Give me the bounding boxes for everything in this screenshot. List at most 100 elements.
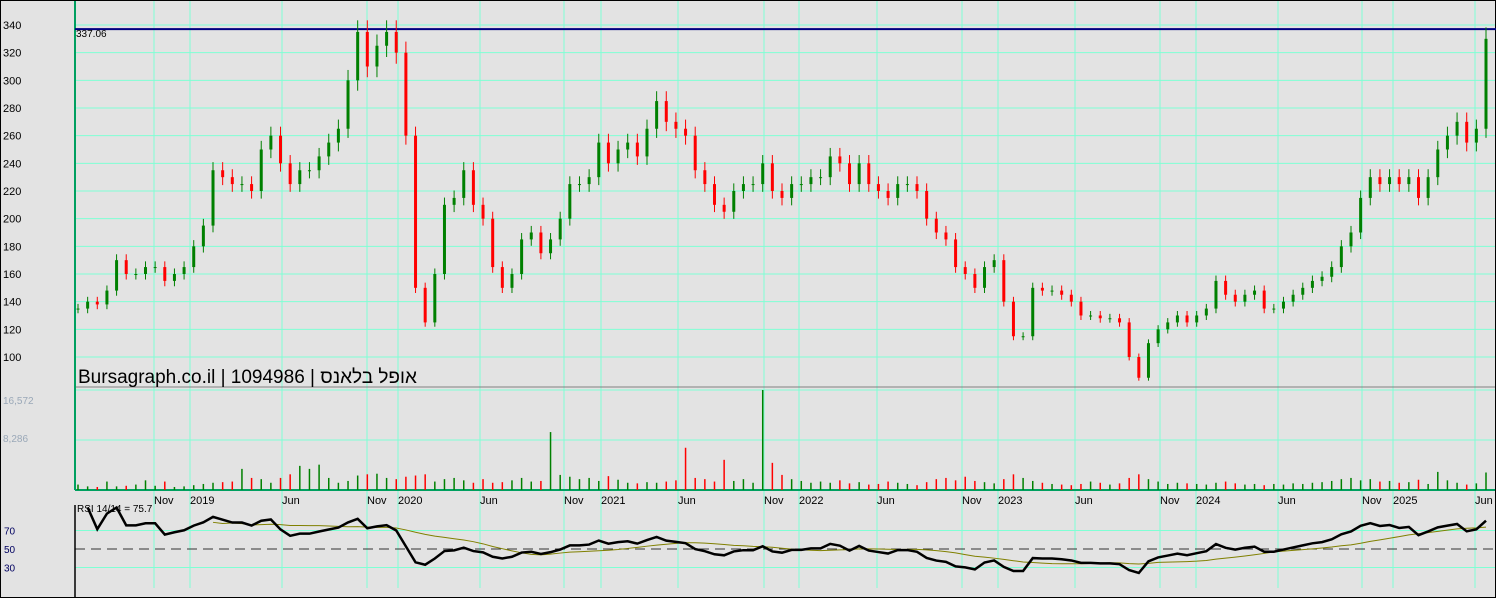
x-tick-label: Nov bbox=[1362, 495, 1382, 507]
candle-body bbox=[1118, 318, 1122, 323]
candle-body bbox=[722, 204, 726, 212]
x-tick-label: Jun bbox=[1278, 495, 1296, 507]
candle-body bbox=[510, 273, 514, 288]
candle-body bbox=[1359, 197, 1363, 233]
candle-body bbox=[481, 204, 485, 219]
candle-body bbox=[520, 239, 524, 274]
price-tick-label: 100 bbox=[3, 352, 21, 364]
candle-body bbox=[1272, 308, 1276, 310]
candle-body bbox=[144, 267, 148, 274]
candle-body bbox=[761, 163, 765, 185]
rsi-tick-label: 30 bbox=[4, 564, 16, 575]
candle-body bbox=[221, 170, 225, 178]
candle-body bbox=[616, 149, 620, 164]
candle-body bbox=[1098, 315, 1102, 319]
rsi-tick-label: 50 bbox=[4, 545, 16, 556]
candle-body bbox=[298, 170, 302, 185]
rsi-line bbox=[86, 505, 1487, 575]
candle-body bbox=[182, 267, 186, 274]
candle-body bbox=[201, 225, 205, 247]
candle-body bbox=[963, 267, 967, 274]
candle-body bbox=[886, 190, 890, 198]
candle-body bbox=[1339, 246, 1343, 268]
price-tick-label: 340 bbox=[3, 20, 21, 32]
candle-body bbox=[134, 273, 138, 275]
candle-body bbox=[973, 273, 977, 288]
x-tick-label: 2025 bbox=[1393, 495, 1417, 507]
candle-body bbox=[741, 184, 745, 191]
candle-body bbox=[1166, 322, 1170, 330]
candle-body bbox=[394, 31, 398, 53]
candle-body bbox=[105, 290, 109, 305]
x-tick-label: 2024 bbox=[1196, 495, 1220, 507]
candle-body bbox=[1378, 177, 1382, 185]
x-tick-label: Nov bbox=[564, 495, 584, 507]
candle-body bbox=[240, 184, 244, 186]
candle-body bbox=[1127, 322, 1131, 357]
price-tick-label: 320 bbox=[3, 48, 21, 60]
candle-body bbox=[770, 163, 774, 191]
candle-body bbox=[1050, 290, 1054, 292]
x-tick-label: Nov bbox=[1160, 495, 1180, 507]
candle-body bbox=[1291, 294, 1295, 302]
candle-body bbox=[1397, 177, 1401, 185]
price-tick-label: 280 bbox=[3, 103, 21, 115]
candle-body bbox=[703, 170, 707, 185]
volume-tick-label: 16,572 bbox=[3, 396, 34, 407]
candle-body bbox=[1474, 128, 1478, 143]
candle-body bbox=[1330, 267, 1334, 277]
candle-body bbox=[1426, 177, 1430, 198]
candle-body bbox=[992, 260, 996, 268]
candle-body bbox=[452, 197, 456, 205]
x-tick-label: Jun bbox=[480, 495, 498, 507]
candle-body bbox=[1204, 308, 1208, 316]
candle-body bbox=[1436, 149, 1440, 178]
candle-body bbox=[674, 121, 678, 129]
candle-body bbox=[462, 170, 466, 198]
candle-body bbox=[1060, 290, 1064, 295]
candle-body bbox=[192, 246, 196, 268]
candle-body bbox=[915, 184, 919, 191]
candle-body bbox=[1388, 177, 1392, 185]
candle-body bbox=[1243, 294, 1247, 302]
candle-body bbox=[375, 45, 379, 67]
candle-body bbox=[1214, 280, 1218, 309]
candle-body bbox=[905, 184, 909, 186]
candle-body bbox=[838, 156, 842, 164]
rsi-tick-label: 70 bbox=[4, 527, 16, 538]
candle-body bbox=[95, 301, 99, 305]
candle-body bbox=[549, 239, 553, 254]
price-tick-label: 180 bbox=[3, 241, 21, 253]
candle-body bbox=[433, 273, 437, 323]
candle-body bbox=[693, 135, 697, 171]
price-tick-label: 220 bbox=[3, 186, 21, 198]
candle-body bbox=[799, 184, 803, 186]
candle-body bbox=[848, 163, 852, 185]
chart-title: Bursagraph.co.il | 1094986 | אופל בלאנס bbox=[78, 367, 417, 388]
candle-body bbox=[336, 128, 340, 143]
candle-body bbox=[317, 156, 321, 171]
candle-body bbox=[1175, 315, 1179, 323]
candle-body bbox=[327, 142, 331, 157]
candle-body bbox=[1281, 301, 1285, 309]
candle-body bbox=[1368, 177, 1372, 198]
candle-body bbox=[1002, 260, 1006, 302]
candle-body bbox=[1320, 276, 1324, 281]
candle-body bbox=[115, 260, 119, 291]
candle-body bbox=[664, 101, 668, 122]
candle-body bbox=[790, 184, 794, 198]
candle-body bbox=[587, 177, 591, 185]
price-tick-label: 300 bbox=[3, 75, 21, 87]
candle-body bbox=[606, 142, 610, 164]
candle-body bbox=[153, 267, 157, 269]
x-tick-label: Jun bbox=[877, 495, 895, 507]
candle-body bbox=[1465, 121, 1469, 143]
candle-body bbox=[356, 31, 360, 81]
price-tick-label: 160 bbox=[3, 269, 21, 281]
candle-body bbox=[346, 80, 350, 129]
x-tick-label: Jun bbox=[282, 495, 300, 507]
x-tick-label: Nov bbox=[962, 495, 982, 507]
candle-body bbox=[597, 142, 601, 178]
candle-body bbox=[577, 184, 581, 186]
x-tick-label: Nov bbox=[154, 495, 174, 507]
